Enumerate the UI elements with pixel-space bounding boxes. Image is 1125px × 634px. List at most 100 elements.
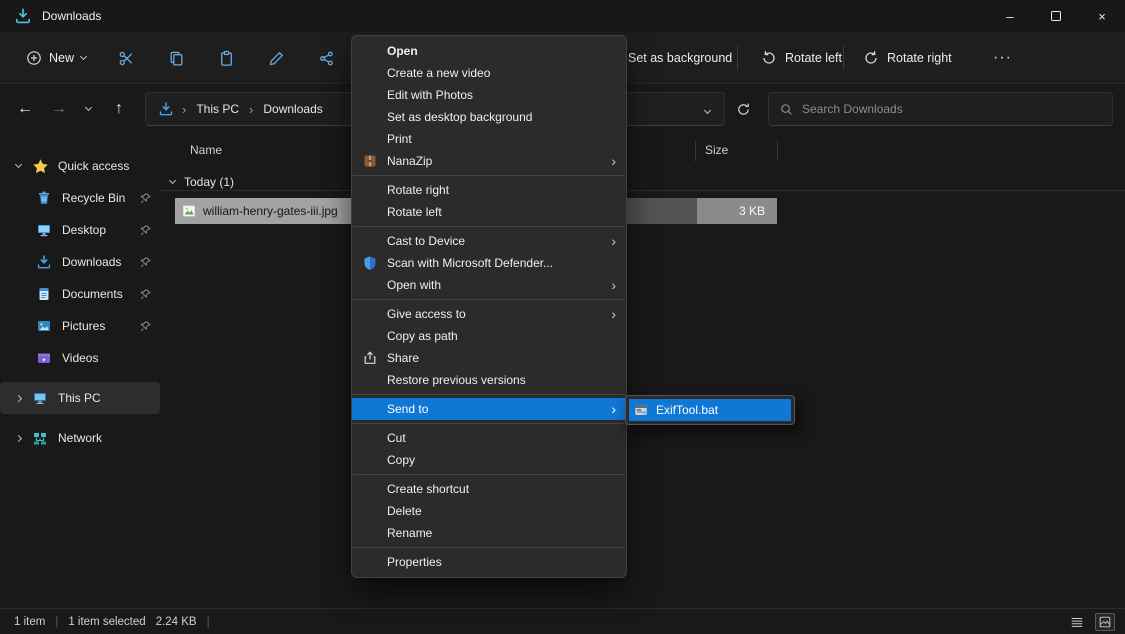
sidebar-item-this-pc[interactable]: This PC — [0, 382, 160, 414]
search-input[interactable] — [802, 102, 1102, 116]
context-menu-item-edit-with-photos[interactable]: Edit with Photos — [352, 84, 626, 106]
defender-shield-icon — [362, 255, 378, 271]
downloads-folder-icon — [158, 101, 174, 117]
details-view-button[interactable] — [1067, 613, 1087, 631]
sidebar-item-recycle-bin[interactable]: Recycle Bin — [0, 182, 160, 214]
search-box[interactable] — [768, 92, 1113, 126]
minimize-button[interactable]: – — [987, 0, 1033, 32]
column-header-size[interactable]: Size — [705, 143, 728, 157]
context-menu-item-copy-as-path[interactable]: Copy as path — [352, 325, 626, 347]
selection-count: 1 item selected — [68, 616, 145, 628]
paste-button[interactable] — [206, 40, 246, 76]
context-menu-item-rename[interactable]: Rename — [352, 522, 626, 544]
context-menu-item-restore-previous-versions[interactable]: Restore previous versions — [352, 369, 626, 391]
column-divider[interactable] — [695, 141, 696, 161]
sidebar-item-desktop[interactable]: Desktop — [0, 214, 160, 246]
documents-icon — [36, 286, 53, 303]
submenu-arrow-icon: › — [611, 274, 616, 296]
context-menu-item-nanazip[interactable]: NanaZip › — [352, 150, 626, 172]
context-menu-item-properties[interactable]: Properties — [352, 551, 626, 573]
share-button[interactable] — [306, 40, 346, 76]
new-button[interactable]: New — [16, 44, 96, 72]
more-options-button[interactable]: ··· — [985, 40, 1020, 76]
context-menu-item-create-a-new-video[interactable]: Create a new video — [352, 62, 626, 84]
context-menu-item-create-shortcut[interactable]: Create shortcut — [352, 478, 626, 500]
group-divider — [160, 190, 1125, 191]
submenu-item-exiftool[interactable]: ExifTool.bat — [629, 399, 791, 421]
breadcrumb-downloads[interactable]: Downloads — [261, 100, 324, 118]
status-divider: | — [55, 616, 58, 628]
toolbar-divider — [737, 46, 738, 70]
up-button[interactable]: ↑ — [102, 91, 136, 127]
rename-button[interactable] — [256, 40, 296, 76]
recent-locations-button[interactable] — [76, 91, 100, 127]
up-icon: ↑ — [115, 100, 123, 118]
menu-divider — [353, 394, 625, 395]
chevron-down-icon[interactable] — [10, 165, 26, 167]
context-menu-item-delete[interactable]: Delete — [352, 500, 626, 522]
command-bar-left: New — [16, 32, 346, 84]
window-title: Downloads — [42, 9, 101, 23]
context-menu-item-rotate-left[interactable]: Rotate left — [352, 201, 626, 223]
sidebar-item-quick-access[interactable]: Quick access — [0, 150, 160, 182]
submenu-item-label: ExifTool.bat — [656, 403, 718, 417]
close-button[interactable]: × — [1079, 0, 1125, 32]
context-menu-item-copy[interactable]: Copy — [352, 449, 626, 471]
sidebar-item-label: Pictures — [62, 319, 105, 333]
this-pc-icon — [32, 390, 49, 407]
context-menu-item-scan-with-microsoft-defender[interactable]: Scan with Microsoft Defender... — [352, 252, 626, 274]
context-menu-item-set-as-desktop-background[interactable]: Set as desktop background — [352, 106, 626, 128]
group-header-today[interactable]: Today (1) — [170, 174, 234, 190]
sidebar-item-downloads[interactable]: Downloads — [0, 246, 160, 278]
large-icons-view-button[interactable] — [1095, 613, 1115, 631]
sidebar-item-label: Desktop — [62, 223, 106, 237]
close-icon: × — [1098, 9, 1106, 24]
context-menu-item-cast-to-device[interactable]: Cast to Device › — [352, 230, 626, 252]
context-menu-item-open[interactable]: Open — [352, 40, 626, 62]
pin-icon — [139, 192, 152, 205]
refresh-button[interactable] — [728, 94, 758, 124]
context-menu-item-give-access-to[interactable]: Give access to › — [352, 303, 626, 325]
chevron-down-icon — [80, 53, 87, 60]
sidebar-item-documents[interactable]: Documents — [0, 278, 160, 310]
rotate-left-button[interactable]: Rotate left — [753, 40, 850, 76]
column-divider[interactable] — [777, 141, 778, 161]
pin-icon — [139, 256, 152, 269]
file-size-cell: 3 KB — [697, 198, 777, 224]
file-name-cell[interactable]: william-henry-gates-iii.jpg — [175, 198, 351, 224]
submenu-arrow-icon: › — [611, 303, 616, 325]
copy-button[interactable] — [156, 40, 196, 76]
file-explorer-window: Downloads – × New — [0, 0, 1125, 634]
address-dropdown-button[interactable] — [705, 102, 710, 116]
chevron-right-icon[interactable] — [10, 436, 26, 441]
context-menu-item-print[interactable]: Print — [352, 128, 626, 150]
breadcrumb-this-pc[interactable]: This PC — [194, 100, 241, 118]
context-menu-item-rotate-right[interactable]: Rotate right — [352, 179, 626, 201]
context-menu-item-send-to[interactable]: Send to › — [352, 398, 626, 420]
context-menu-item-share[interactable]: Share — [352, 347, 626, 369]
file-row[interactable]: 3 KB william-henry-gates-iii.jpg — [160, 198, 1125, 224]
plus-circle-icon — [26, 50, 42, 66]
sidebar-item-pictures[interactable]: Pictures — [0, 310, 160, 342]
window-controls: – × — [987, 0, 1125, 32]
back-button[interactable]: ← — [8, 91, 42, 127]
nanazip-icon — [362, 153, 378, 169]
sidebar-item-videos[interactable]: Videos — [0, 342, 160, 374]
sidebar-item-network[interactable]: Network — [0, 422, 160, 454]
sidebar-item-label: Downloads — [62, 255, 121, 269]
column-header-name[interactable]: Name — [190, 143, 222, 157]
maximize-button[interactable] — [1033, 0, 1079, 32]
cut-button[interactable] — [106, 40, 146, 76]
rotate-right-button[interactable]: Rotate right — [855, 40, 960, 76]
star-icon — [32, 158, 49, 175]
large-icons-view-icon — [1098, 615, 1112, 629]
context-menu-item-cut[interactable]: Cut — [352, 427, 626, 449]
submenu-arrow-icon: › — [611, 150, 616, 172]
minimize-icon: – — [1006, 9, 1013, 24]
context-menu-item-open-with[interactable]: Open with › — [352, 274, 626, 296]
forward-button[interactable]: → — [42, 91, 76, 127]
chevron-right-icon[interactable] — [10, 396, 26, 401]
paste-icon — [218, 50, 235, 67]
menu-divider — [353, 423, 625, 424]
context-menu: Open Create a new video Edit with Photos… — [351, 35, 627, 578]
